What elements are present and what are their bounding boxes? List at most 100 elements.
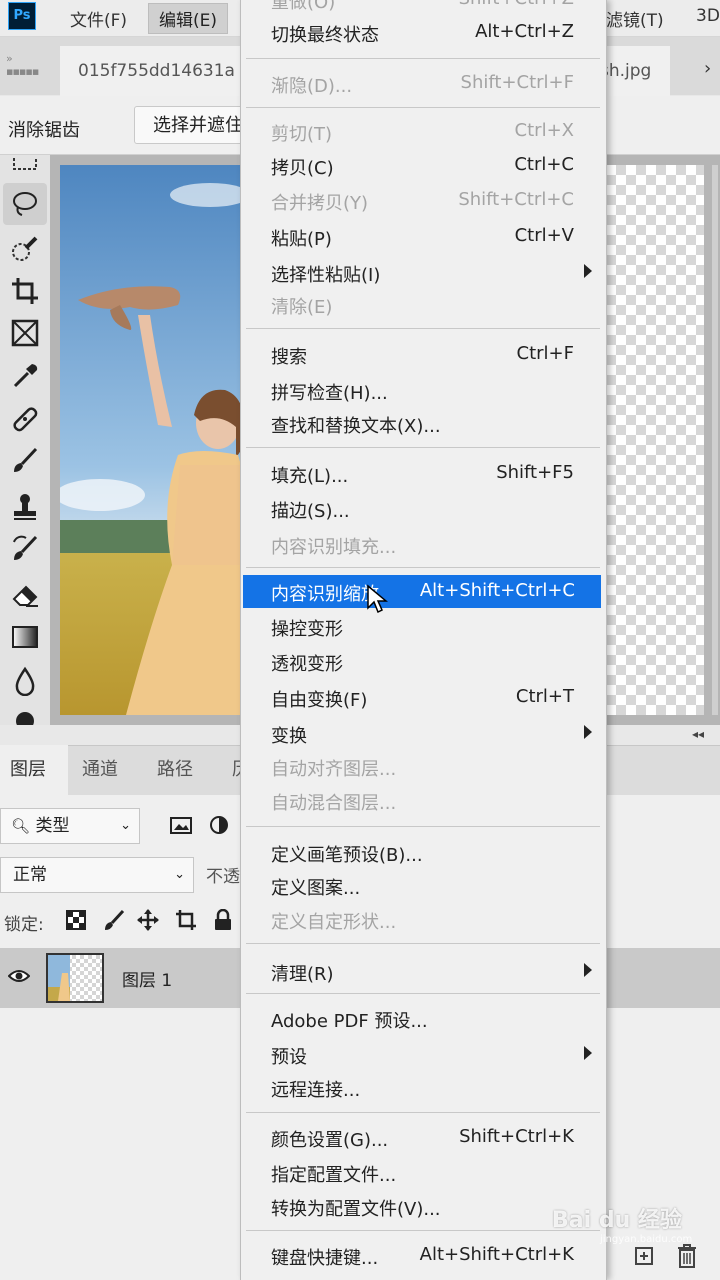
clone-stamp-tool-icon[interactable] xyxy=(0,485,50,527)
menu-item-transform[interactable]: 变换 xyxy=(240,717,600,750)
menu-item-paste[interactable]: 粘贴(P) Ctrl+V xyxy=(240,220,600,253)
mouse-pointer-icon xyxy=(366,584,389,620)
menu-item-assign-profile[interactable]: 指定配置文件... xyxy=(240,1156,600,1189)
new-layer-icon[interactable] xyxy=(634,1246,654,1270)
menu-item-fade[interactable]: 渐隐(D)... Shift+Ctrl+F xyxy=(240,67,600,100)
lock-transparency-icon[interactable] xyxy=(62,906,90,934)
crop-tool-icon[interactable] xyxy=(0,270,50,312)
tab-channels[interactable]: 通道 xyxy=(70,745,130,795)
layer-filter-select[interactable]: 🔍︎ 类型 ⌄ xyxy=(0,808,140,844)
menu-item-content-aware-scale[interactable]: 内容识别缩放 Alt+Shift+Ctrl+C xyxy=(243,575,601,608)
menu-separator xyxy=(246,826,600,827)
menu-separator xyxy=(246,567,600,568)
tab-paths[interactable]: 路径 xyxy=(145,745,205,795)
history-brush-tool-icon[interactable] xyxy=(0,528,50,570)
menu-item-presets[interactable]: 预设 xyxy=(240,1038,600,1071)
menu-item-stroke[interactable]: 描边(S)... xyxy=(240,492,600,525)
pixel-layer-filter-icon[interactable] xyxy=(170,815,192,839)
blend-mode-value: 正常 xyxy=(13,865,47,885)
submenu-arrow-icon xyxy=(584,1046,592,1060)
document-tab[interactable]: 015f755dd14631a xyxy=(60,46,240,96)
frame-tool-icon[interactable] xyxy=(0,312,50,354)
menu-3d[interactable]: 3D xyxy=(696,6,720,26)
lock-all-icon[interactable] xyxy=(209,906,237,934)
menu-item-define-custom-shape[interactable]: 定义自定形状... xyxy=(240,903,600,936)
menu-item-perspective-warp[interactable]: 透视变形 xyxy=(240,645,600,678)
menu-separator xyxy=(246,1112,600,1113)
tab-overflow-chevron-icon[interactable]: › xyxy=(704,58,711,79)
baidu-watermark: Bai du 经验 xyxy=(552,1208,682,1233)
quick-selection-tool-icon[interactable] xyxy=(0,228,50,270)
panel-grip-icon[interactable]: » ▪▪▪▪▪ xyxy=(6,52,39,78)
opacity-label: 不透 xyxy=(206,867,240,887)
baidu-watermark-url: jingyan.baidu.com xyxy=(600,1234,693,1245)
layer-filter-value: 类型 xyxy=(35,816,70,836)
menu-item-toggle-last-state[interactable]: 切换最终状态 Alt+Ctrl+Z xyxy=(240,16,600,49)
transparent-canvas xyxy=(606,165,704,715)
lasso-tool-icon[interactable] xyxy=(3,183,47,225)
layer-name[interactable]: 图层 1 xyxy=(122,966,172,991)
chevron-down-icon: ⌄ xyxy=(174,867,185,882)
menu-item-puppet-warp[interactable]: 操控变形 xyxy=(240,610,600,643)
menu-separator xyxy=(246,107,600,108)
healing-brush-tool-icon[interactable] xyxy=(0,398,50,440)
menu-item-auto-blend-layers[interactable]: 自动混合图层... xyxy=(240,784,600,817)
menu-separator xyxy=(246,58,600,59)
antialias-option[interactable]: 消除锯齿 xyxy=(8,116,80,142)
menu-item-free-transform[interactable]: 自由变换(F) Ctrl+T xyxy=(240,681,600,714)
document-tab-2[interactable]: sh.jpg xyxy=(600,46,670,96)
lock-pixels-icon[interactable] xyxy=(100,906,128,934)
document-image xyxy=(60,165,250,715)
menu-item-convert-profile[interactable]: 转换为配置文件(V)... xyxy=(240,1190,600,1223)
eraser-tool-icon[interactable] xyxy=(0,573,50,615)
adjustment-layer-filter-icon[interactable] xyxy=(209,815,229,839)
submenu-arrow-icon xyxy=(584,963,592,977)
menu-file[interactable]: 文件(F) xyxy=(70,6,127,31)
menu-item-spell-check[interactable]: 拼写检查(H)... xyxy=(240,374,600,407)
blend-mode-select[interactable]: 正常 ⌄ xyxy=(0,857,194,893)
gradient-tool-icon[interactable] xyxy=(0,616,50,658)
menu-item-redo[interactable]: 重做(O)Shift+Ctrl+Z xyxy=(240,0,600,16)
layer-thumbnail[interactable] xyxy=(46,953,104,1003)
menu-item-copy-merged[interactable]: 合并拷贝(Y) Shift+Ctrl+C xyxy=(240,184,600,217)
menu-item-define-pattern[interactable]: 定义图案... xyxy=(240,869,600,902)
collapse-panel-icon[interactable]: ◂◂ xyxy=(692,727,704,741)
blur-tool-icon[interactable] xyxy=(0,660,50,702)
submenu-arrow-icon xyxy=(584,264,592,278)
menu-item-remote-connections[interactable]: 远程连接... xyxy=(240,1071,600,1104)
menu-item-paste-special[interactable]: 选择性粘贴(I) xyxy=(240,256,600,289)
menu-edit[interactable]: 编辑(E) xyxy=(148,3,229,34)
dodge-tool-icon[interactable] xyxy=(0,705,50,725)
menu-separator xyxy=(246,943,600,944)
menu-separator xyxy=(246,447,600,448)
tab-layers[interactable]: 图层 xyxy=(0,745,68,795)
visibility-eye-icon[interactable] xyxy=(7,968,31,988)
menu-separator xyxy=(246,328,600,329)
menu-item-clear[interactable]: 清除(E) xyxy=(240,288,600,321)
menu-filter[interactable]: 滤镜(T) xyxy=(606,6,664,31)
menu-item-auto-align-layers[interactable]: 自动对齐图层... xyxy=(240,750,600,783)
menu-item-purge[interactable]: 清理(R) xyxy=(240,955,600,988)
menu-item-content-aware-fill[interactable]: 内容识别填充... xyxy=(240,528,600,561)
menu-item-find-replace[interactable]: 查找和替换文本(X)... xyxy=(240,407,600,440)
brush-tool-icon[interactable] xyxy=(0,440,50,482)
menu-item-define-brush-preset[interactable]: 定义画笔预设(B)... xyxy=(240,836,600,869)
delete-layer-trash-icon[interactable] xyxy=(676,1243,698,1273)
menu-item-copy[interactable]: 拷贝(C) Ctrl+C xyxy=(240,149,600,182)
menu-item-color-settings[interactable]: 颜色设置(G)... Shift+Ctrl+K xyxy=(240,1121,600,1154)
select-and-mask-button[interactable]: 选择并遮住 xyxy=(134,106,254,144)
photoshop-logo: Ps xyxy=(8,2,36,30)
search-icon: 🔍︎ xyxy=(11,817,31,835)
marquee-tool-icon[interactable] xyxy=(0,155,50,175)
lock-artboard-icon[interactable] xyxy=(172,906,200,934)
canvas-scrollbar[interactable] xyxy=(712,165,718,715)
menu-separator xyxy=(246,1230,600,1231)
submenu-arrow-icon xyxy=(584,725,592,739)
menu-item-fill[interactable]: 填充(L)... Shift+F5 xyxy=(240,457,600,490)
menu-item-keyboard-shortcuts[interactable]: 键盘快捷键... Alt+Shift+Ctrl+K xyxy=(240,1239,600,1272)
eyedropper-tool-icon[interactable] xyxy=(0,355,50,397)
lock-position-icon[interactable] xyxy=(134,906,162,934)
menu-item-adobe-pdf-presets[interactable]: Adobe PDF 预设... xyxy=(240,1002,600,1035)
menu-item-search[interactable]: 搜索 Ctrl+F xyxy=(240,338,600,371)
menu-item-cut[interactable]: 剪切(T) Ctrl+X xyxy=(240,115,600,148)
